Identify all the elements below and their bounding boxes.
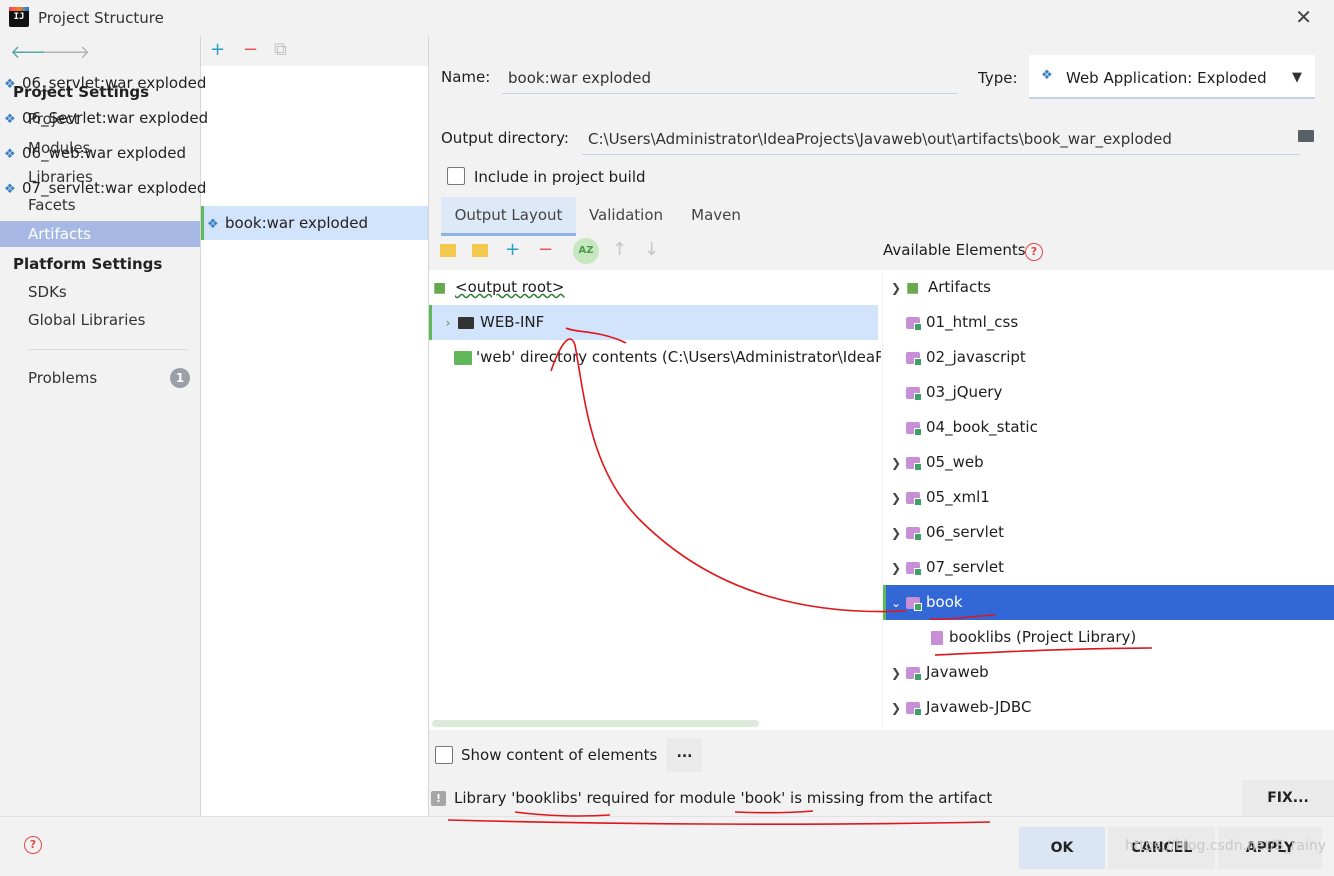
annotation-arrow-head: [565, 327, 627, 344]
annotation-underline-booklibs: [934, 647, 1153, 656]
annotation-underline-warning: [447, 819, 991, 825]
annotation-underline-booklibs-msg: [514, 811, 611, 817]
annotation-underline-book: [929, 614, 996, 620]
annotation-underline-book-msg: [734, 810, 814, 814]
annotation-arrow-curve: [550, 338, 907, 613]
red-annotation-overlay: [447, 327, 1153, 825]
